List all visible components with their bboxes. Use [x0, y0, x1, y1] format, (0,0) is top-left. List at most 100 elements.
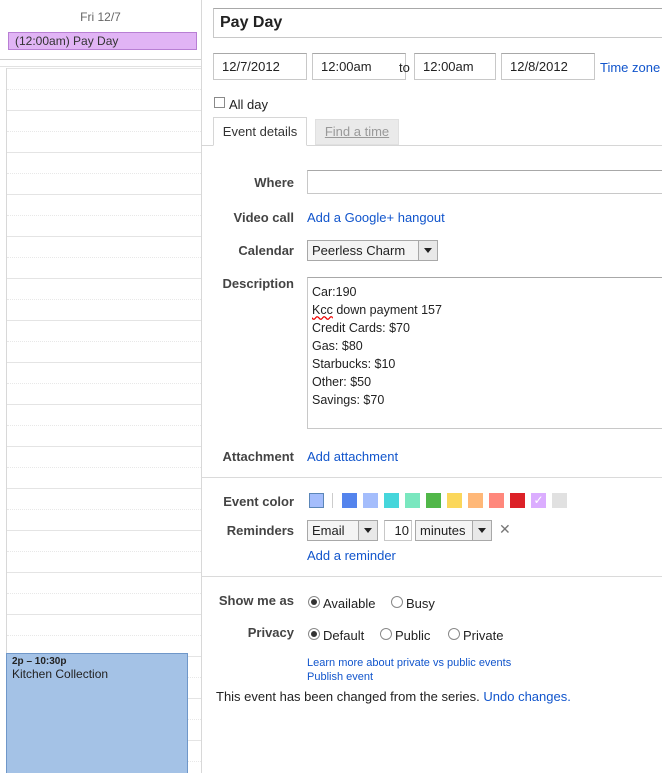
- start-date-input[interactable]: 12/7/2012: [213, 53, 307, 80]
- hour-gridline: [7, 236, 201, 237]
- timed-event-block[interactable]: 2p – 10:30p Kitchen Collection: [6, 653, 188, 773]
- hour-gridline: [7, 257, 201, 258]
- color-swatch[interactable]: [309, 493, 324, 508]
- private-label: Private: [463, 628, 504, 643]
- misspelled-word: Kcc: [312, 303, 333, 317]
- allday-event-chip[interactable]: (12:00am) Pay Day: [8, 32, 197, 50]
- event-title-input[interactable]: Pay Day: [213, 8, 662, 38]
- color-swatch[interactable]: [426, 493, 441, 508]
- default-privacy-label: Default: [323, 628, 365, 643]
- chevron-down-icon: [358, 521, 377, 540]
- event-color-label: Event color: [223, 494, 294, 509]
- description-textarea[interactable]: Car:190 Kcc down payment 157 Credit Card…: [307, 277, 662, 429]
- hour-gridline: [7, 488, 201, 489]
- hour-gridline: [7, 215, 201, 216]
- section-divider: [201, 477, 662, 478]
- description-line-rest: down payment 157: [332, 303, 442, 317]
- event-title: Kitchen Collection: [12, 667, 109, 681]
- end-date-input[interactable]: 12/8/2012: [501, 53, 595, 80]
- description-label: Description: [222, 276, 294, 291]
- description-line: Gas: $80: [312, 339, 363, 353]
- hour-gridline: [7, 110, 201, 111]
- hour-gridline: [7, 152, 201, 153]
- hour-gridline: [7, 320, 201, 321]
- series-change-text: This event has been changed from the ser…: [216, 689, 480, 704]
- hour-gridline: [7, 131, 201, 132]
- color-swatch[interactable]: [447, 493, 462, 508]
- tab-find-a-time[interactable]: Find a time: [315, 119, 399, 145]
- color-swatch[interactable]: [405, 493, 420, 508]
- busy-radio[interactable]: [391, 596, 403, 608]
- public-radio[interactable]: [380, 628, 392, 640]
- hour-gridline: [7, 446, 201, 447]
- tab-event-details[interactable]: Event details: [213, 117, 307, 146]
- description-line: Other: $50: [312, 375, 372, 389]
- remove-reminder-icon[interactable]: ✕: [499, 521, 511, 538]
- color-swatch[interactable]: [489, 493, 504, 508]
- hour-gridline: [7, 341, 201, 342]
- hour-gridline: [7, 278, 201, 279]
- color-swatch[interactable]: [552, 493, 567, 508]
- private-radio[interactable]: [448, 628, 460, 640]
- end-time-input[interactable]: 12:00am: [414, 53, 496, 80]
- available-radio[interactable]: [308, 596, 320, 608]
- reminder-unit-select[interactable]: minutes: [415, 520, 492, 541]
- event-time: 2p – 10:30p: [12, 656, 67, 667]
- calendar-day-column: Fri 12/7 (12:00am) Pay Day 2p – 10:30p K…: [0, 0, 202, 773]
- color-swatch[interactable]: [384, 493, 399, 508]
- where-label: Where: [254, 175, 294, 190]
- palette-divider: [332, 493, 333, 508]
- learn-more-link[interactable]: Learn more about private vs public event…: [307, 657, 511, 669]
- selected-color-swatch[interactable]: ✓: [531, 493, 546, 508]
- allday-checkbox[interactable]: [214, 97, 225, 108]
- color-swatch[interactable]: [468, 493, 483, 508]
- privacy-label: Privacy: [247, 625, 294, 640]
- series-change-notice: This event has been changed from the ser…: [216, 689, 571, 704]
- allday-divider: [0, 59, 201, 60]
- description-line: Starbucks: $10: [312, 357, 396, 371]
- hour-gridline: [7, 551, 201, 552]
- show-me-as-label: Show me as: [218, 593, 294, 608]
- hour-gridline: [7, 530, 201, 531]
- section-divider: [201, 576, 662, 577]
- add-hangout-link[interactable]: Add a Google+ hangout: [307, 210, 445, 225]
- description-line: Kcc down payment 157: [312, 301, 662, 319]
- reminders-label: Reminders: [226, 523, 294, 538]
- hour-gridline: [7, 509, 201, 510]
- to-label: to: [399, 60, 410, 75]
- hour-gridline: [7, 593, 201, 594]
- start-time-input[interactable]: 12:00am: [312, 53, 406, 80]
- hour-gridline: [7, 299, 201, 300]
- attachment-label: Attachment: [222, 449, 294, 464]
- hour-gridline: [7, 572, 201, 573]
- reminder-amount-input[interactable]: 10: [384, 520, 412, 541]
- add-reminder-link[interactable]: Add a reminder: [307, 548, 396, 563]
- where-input[interactable]: [307, 170, 662, 194]
- publish-event-link[interactable]: Publish event: [307, 671, 373, 683]
- color-swatch[interactable]: [363, 493, 378, 508]
- reminder-method-value: Email: [312, 523, 345, 538]
- hour-gridline: [7, 68, 201, 69]
- undo-changes-link[interactable]: Undo changes.: [483, 689, 570, 704]
- reminder-method-select[interactable]: Email: [307, 520, 378, 541]
- chevron-down-icon: [418, 241, 437, 260]
- add-attachment-link[interactable]: Add attachment: [307, 449, 398, 464]
- hour-gridline: [7, 404, 201, 405]
- hour-gridline: [7, 635, 201, 636]
- hour-gridline: [7, 383, 201, 384]
- timezone-link[interactable]: Time zone: [600, 60, 660, 75]
- day-header[interactable]: Fri 12/7: [0, 10, 201, 24]
- color-swatch[interactable]: [342, 493, 357, 508]
- allday-divider: [0, 66, 201, 67]
- event-detail-pane: Pay Day 12/7/2012 12:00am to 12:00am 12/…: [201, 0, 662, 773]
- available-label: Available: [323, 596, 376, 611]
- hour-gridline: [7, 425, 201, 426]
- public-label: Public: [395, 628, 431, 643]
- hour-gridline: [7, 173, 201, 174]
- calendar-select[interactable]: Peerless Charm: [307, 240, 438, 261]
- color-swatch[interactable]: [510, 493, 525, 508]
- reminder-unit-value: minutes: [420, 523, 466, 538]
- description-line: Savings: $70: [312, 393, 385, 407]
- hour-gridline: [7, 194, 201, 195]
- default-privacy-radio[interactable]: [308, 628, 320, 640]
